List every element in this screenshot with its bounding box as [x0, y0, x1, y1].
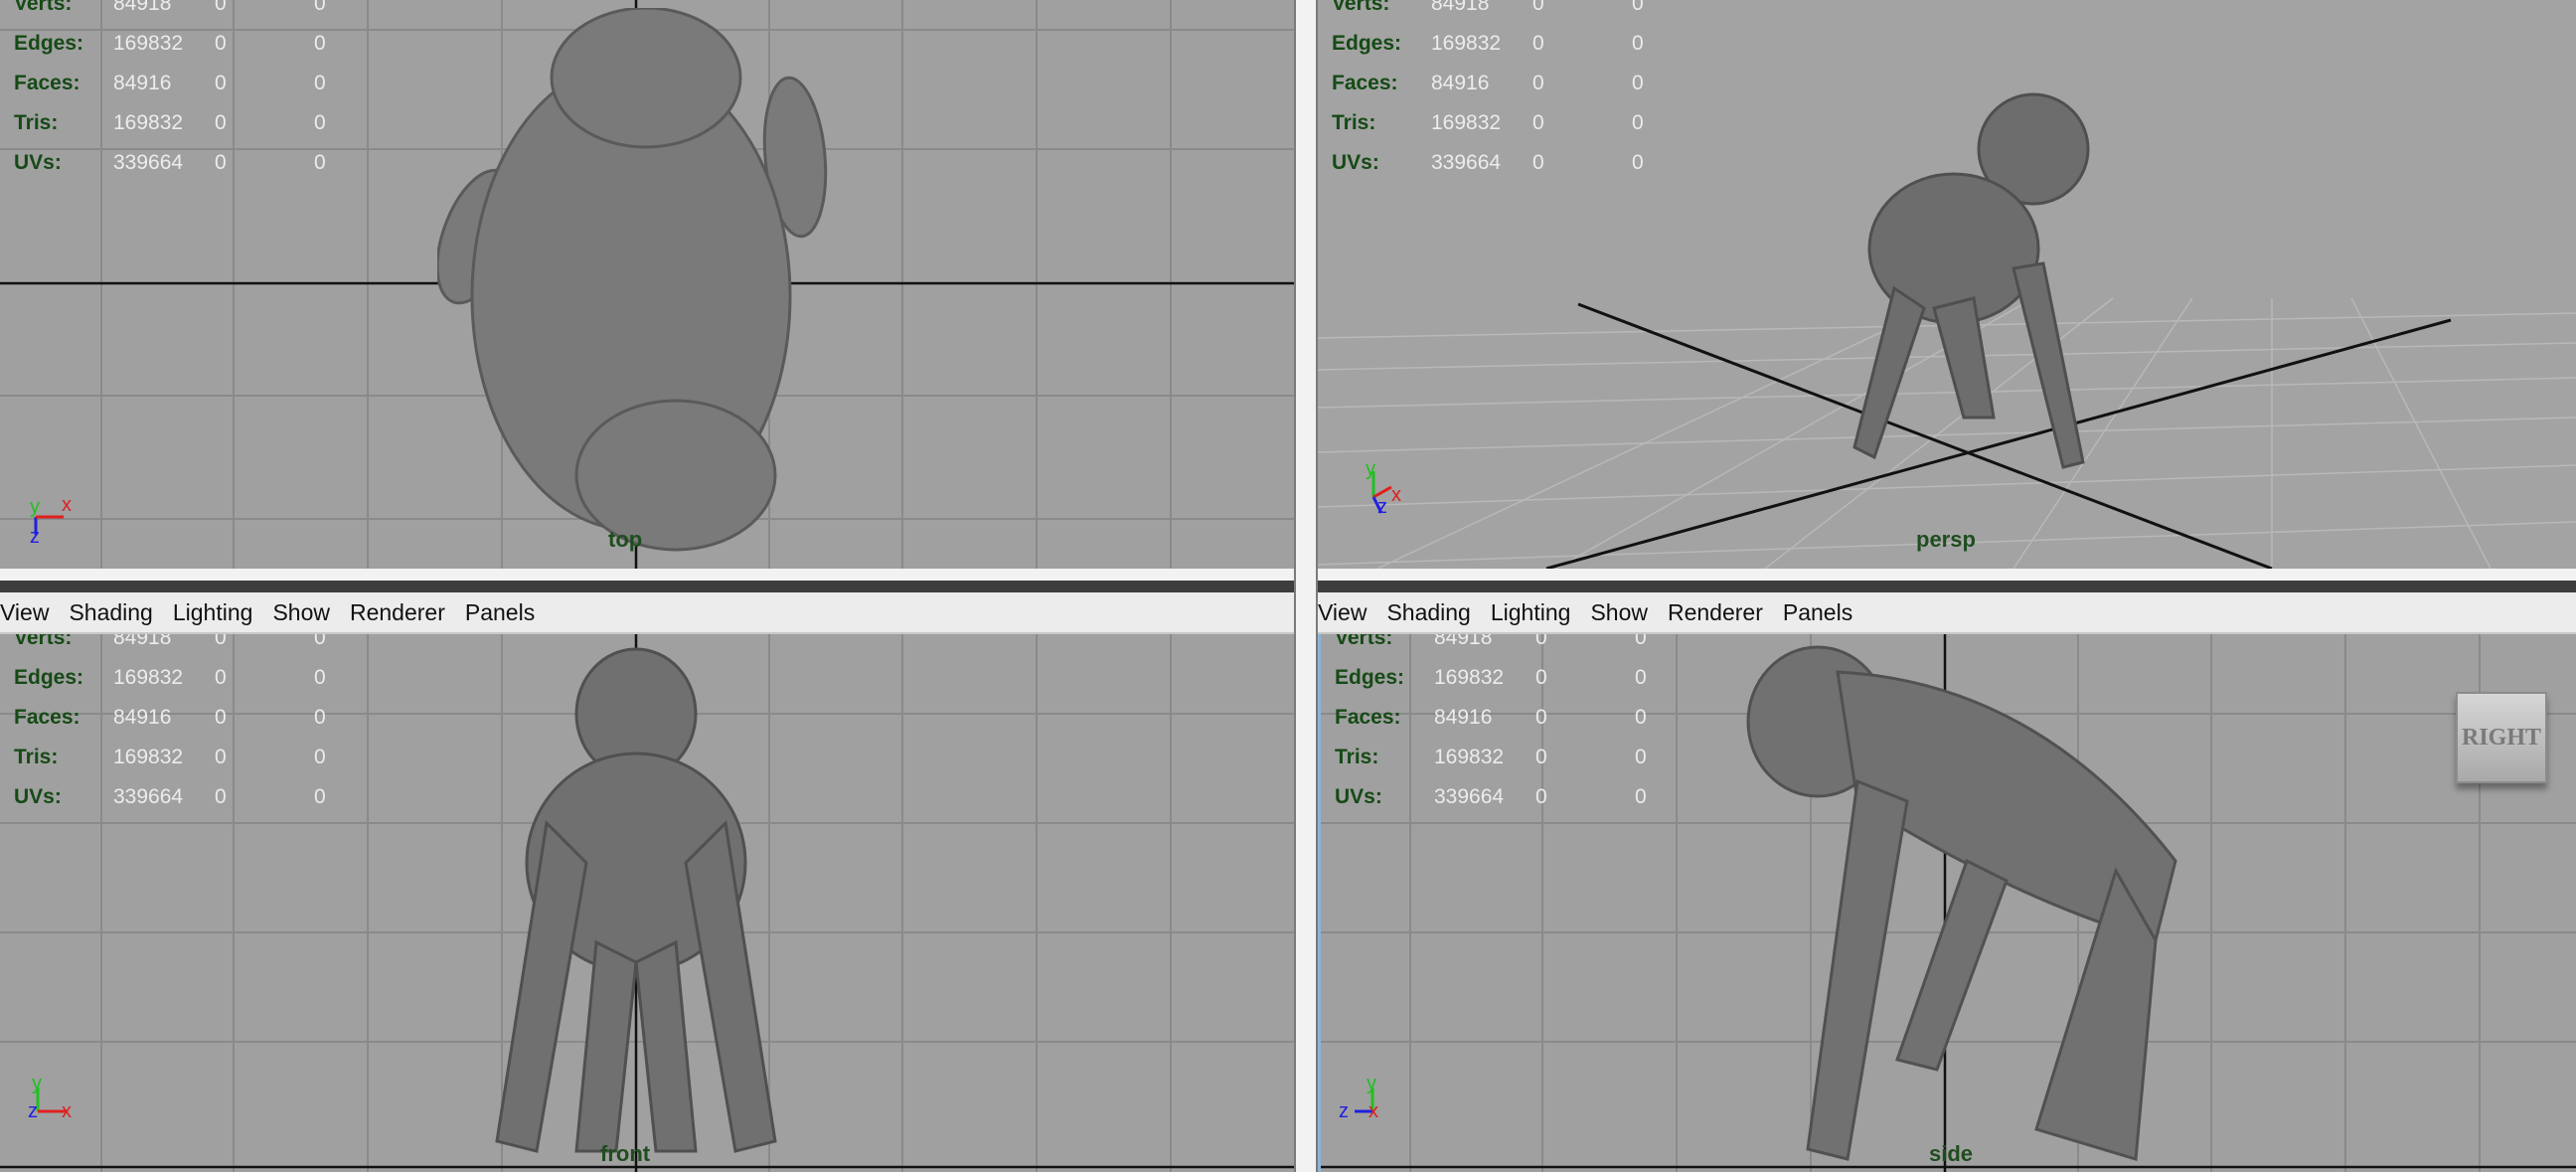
- camera-label-front: front: [600, 1141, 651, 1166]
- camera-label-side: side: [1929, 1141, 1974, 1166]
- menu-show[interactable]: Show: [1590, 599, 1648, 626]
- viewport-side[interactable]: Verts: 84918 0 0 Edges: 169832 0 0 Faces: 84916…: [1318, 634, 2576, 1172]
- menu-lighting[interactable]: Lighting: [173, 599, 253, 626]
- svg-text:x: x: [62, 494, 72, 516]
- menu-view[interactable]: View: [1318, 599, 1367, 626]
- menubar-front: View Shading Lighting Show Renderer Pane…: [0, 592, 1294, 634]
- panel-divider[interactable]: [1294, 0, 1318, 1172]
- chimp-model-top: [437, 8, 828, 552]
- svg-text:x: x: [62, 1100, 72, 1122]
- menu-shading[interactable]: Shading: [69, 599, 152, 626]
- svg-text:x: x: [1391, 484, 1401, 506]
- axis-gizmo-front: y z x: [28, 1073, 72, 1122]
- viewcube[interactable]: RIGHT: [2456, 692, 2547, 783]
- axis-gizmo-persp: y x z: [1366, 458, 1401, 517]
- svg-text:y: y: [1366, 458, 1375, 480]
- menu-renderer[interactable]: Renderer: [1668, 599, 1763, 626]
- menu-view[interactable]: View: [0, 599, 49, 626]
- viewport-top[interactable]: Verts: 84918 0 0 Edges: 169832 0 0 Faces: 84916…: [0, 0, 1294, 569]
- chimp-model-side: [1746, 645, 2177, 1161]
- menu-show[interactable]: Show: [272, 599, 330, 626]
- menu-shading[interactable]: Shading: [1386, 599, 1470, 626]
- menu-panels[interactable]: Panels: [1783, 599, 1852, 626]
- svg-text:z: z: [1339, 1100, 1349, 1122]
- svg-text:z: z: [1377, 496, 1387, 517]
- viewport-persp[interactable]: Verts: 84918 0 0 Edges: 169832 0 0 Faces: 84916…: [1318, 0, 2576, 569]
- svg-text:x: x: [1368, 1100, 1378, 1122]
- menu-lighting[interactable]: Lighting: [1491, 599, 1571, 626]
- menubar-side: View Shading Lighting Show Renderer Pane…: [1318, 592, 2576, 634]
- svg-text:y: y: [30, 496, 40, 518]
- svg-text:y: y: [32, 1073, 42, 1094]
- svg-text:z: z: [30, 526, 40, 547]
- svg-text:y: y: [1367, 1073, 1376, 1094]
- panel-separator: [0, 569, 2576, 581]
- axis-gizmo-top: y x z: [30, 494, 72, 547]
- camera-label-top: top: [608, 527, 643, 552]
- chimp-model-front: [495, 647, 777, 1153]
- camera-label-persp: persp: [1916, 527, 1976, 552]
- viewport-front[interactable]: Verts: 84918 0 0 Edges: 169832 0 0 Faces: 84916…: [0, 634, 1294, 1172]
- menu-panels[interactable]: Panels: [465, 599, 535, 626]
- axis-gizmo-side: y z x: [1339, 1073, 1378, 1122]
- svg-text:z: z: [28, 1100, 38, 1122]
- menu-renderer[interactable]: Renderer: [350, 599, 445, 626]
- chimp-model-persp: [1852, 92, 2090, 469]
